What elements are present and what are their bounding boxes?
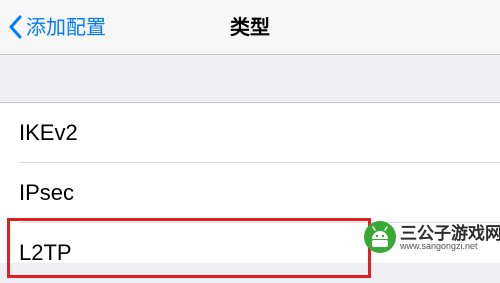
- list-item-label: IPsec: [19, 180, 75, 205]
- list-item-label: IKEv2: [19, 120, 78, 145]
- back-button[interactable]: 添加配置: [8, 9, 106, 45]
- navigation-bar: 添加配置 类型: [0, 0, 500, 55]
- list-item-label: L2TP: [19, 240, 72, 265]
- list-item-ikev2[interactable]: IKEv2: [0, 103, 500, 163]
- list-item-ipsec[interactable]: IPsec: [0, 163, 500, 223]
- chevron-left-icon: [8, 15, 22, 39]
- section-spacer: [0, 55, 500, 102]
- list-item-l2tp[interactable]: L2TP: [0, 223, 500, 283]
- back-button-label: 添加配置: [26, 15, 106, 39]
- vpn-type-list: IKEv2 IPsec L2TP: [0, 102, 500, 265]
